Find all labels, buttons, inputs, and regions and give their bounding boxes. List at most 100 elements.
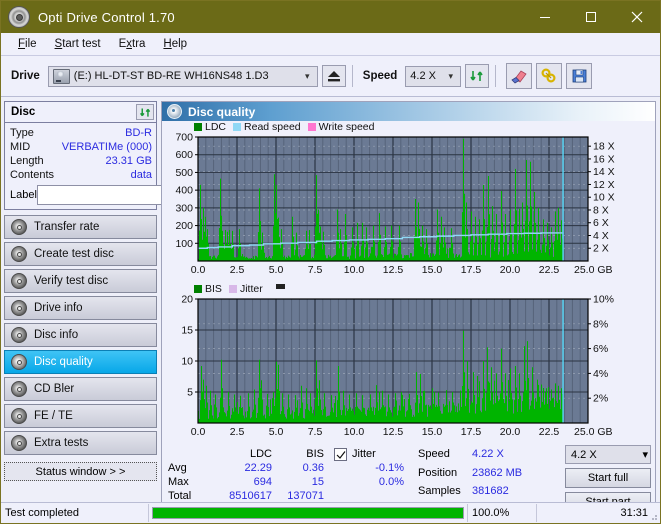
sidebar-item-drive-info[interactable]: Drive info — [4, 296, 157, 320]
bis-chart-svg[interactable]: 5 10 15 20 2% 4% 6% 8% 10% 0.0 2.5 5.0 7.5 10.0 12.5 15… — [162, 295, 650, 443]
refresh-disc-button[interactable] — [136, 104, 154, 120]
start-full-button[interactable]: Start full — [565, 468, 651, 488]
sidebar-item-disc-info[interactable]: Disc info — [4, 323, 157, 347]
position-stat-value: 23862 MB — [472, 466, 523, 479]
disc-icon — [11, 354, 27, 370]
svg-text:12.5: 12.5 — [383, 264, 404, 276]
disc-row-type-value: BD-R — [125, 127, 152, 139]
disc-icon — [11, 300, 27, 316]
close-button[interactable] — [614, 1, 660, 33]
legend-swatch-read-speed — [233, 123, 242, 131]
svg-text:17.5: 17.5 — [461, 426, 482, 438]
svg-text:5: 5 — [187, 387, 193, 399]
disc-icon — [11, 408, 27, 424]
drive-icon — [52, 68, 70, 84]
svg-text:600: 600 — [175, 149, 193, 161]
legend-item-ldc: LDC — [194, 121, 226, 133]
sidebar-item-create-test-disc[interactable]: Create test disc — [4, 242, 157, 266]
svg-text:10.0: 10.0 — [344, 426, 365, 438]
svg-text:15: 15 — [181, 325, 193, 337]
legend-item-bis: BIS — [194, 283, 222, 295]
drive-select-value: (E:) HL-DT-ST BD-RE WH16NS48 1.D3 — [73, 70, 269, 82]
svg-text:15.0: 15.0 — [422, 264, 443, 276]
legend-swatch-bis — [194, 285, 202, 293]
svg-text:500: 500 — [175, 167, 193, 179]
progress-bar-cell — [149, 504, 467, 522]
sidebar-item-disc-quality[interactable]: Disc quality — [4, 350, 157, 374]
disc-quality-icon — [167, 104, 182, 119]
erase-button[interactable] — [506, 63, 533, 89]
svg-text:6 X: 6 X — [593, 217, 609, 229]
toolbar: Drive (E:) HL-DT-ST BD-RE WH16NS48 1.D3 … — [1, 56, 660, 97]
legend-label-read-speed: Read speed — [244, 121, 301, 133]
bis-chart[interactable]: 5 10 15 20 2% 4% 6% 8% 10% 0.0 2.5 5.0 7.5 10.0 12.5 15… — [162, 295, 655, 443]
svg-text:5.0: 5.0 — [269, 264, 284, 276]
svg-text:25.0 GB: 25.0 GB — [574, 426, 613, 438]
disc-group-title: Disc — [11, 106, 36, 118]
sidebar-item-transfer-rate[interactable]: Transfer rate — [4, 215, 157, 239]
sidebar-item-fe-te[interactable]: FE / TE — [4, 404, 157, 428]
ldc-chart-svg[interactable]: 100 200 300 400 500 600 700 2 X4 X6 X8 X10 X12 … — [162, 133, 650, 281]
stats-row-label-total: Total — [168, 490, 192, 502]
legend-swatch-write-speed — [307, 123, 316, 131]
stats-table: LDC BIS Avg 22.29 0.36 Max 694 15 Total … — [168, 447, 324, 503]
speed-position-block: Speed 4.22 X Position 23862 MB Samples 3… — [418, 447, 544, 503]
svg-text:300: 300 — [175, 202, 193, 214]
svg-text:20: 20 — [181, 295, 193, 306]
svg-text:0.0: 0.0 — [191, 426, 206, 438]
legend-label-jitter: Jitter — [239, 283, 263, 295]
svg-text:20.0: 20.0 — [500, 426, 521, 438]
stats-total-ldc: 8510617 — [229, 490, 272, 502]
toolbar-divider — [351, 65, 353, 87]
disc-icon — [8, 6, 30, 28]
samples-stat-label: Samples — [418, 485, 461, 498]
main-panel-container: Disc quality LDC Read speed Write speed — [159, 97, 660, 515]
legend-swatch-jitter — [228, 285, 237, 293]
body: Disc Type BD-R MID VERBATIMe (000) Lengt… — [1, 97, 660, 515]
status-window-button[interactable]: Status window > > — [4, 462, 157, 481]
legend-item-jitter: Jitter — [228, 283, 263, 295]
jitter-checkbox[interactable] — [334, 448, 347, 461]
disc-info-rows: Type BD-R MID VERBATIMe (000) Length 23.… — [5, 123, 240, 209]
refresh-button[interactable] — [465, 64, 490, 88]
position-stat-label: Position — [418, 466, 458, 479]
chevron-down-icon: ▾ — [642, 449, 648, 461]
minimize-button[interactable] — [522, 1, 568, 33]
page-title: Disc quality — [188, 104, 256, 119]
speed-select[interactable]: 4.2 X ▾ — [405, 65, 462, 87]
jitter-value-2: 0.0% — [378, 476, 404, 488]
resize-grip-icon[interactable] — [648, 511, 658, 521]
maximize-button[interactable] — [568, 1, 614, 33]
menu-start-test[interactable]: Start test — [46, 36, 110, 52]
stats-avg-bis: 0.36 — [302, 462, 324, 474]
tools-button[interactable] — [536, 63, 563, 89]
disc-row-type: Type BD-R — [10, 126, 152, 140]
eject-button[interactable] — [321, 65, 346, 87]
drive-select[interactable]: (E:) HL-DT-ST BD-RE WH16NS48 1.D3 ▾ — [47, 65, 318, 87]
menu-help[interactable]: Help — [154, 36, 196, 52]
scroll-thumb-marker[interactable] — [275, 283, 285, 289]
speed-label: Speed — [362, 70, 398, 82]
menu-extra[interactable]: Extra — [110, 36, 155, 52]
test-speed-select[interactable]: 4.2 X ▾ — [565, 445, 651, 464]
ldc-chart[interactable]: 100 200 300 400 500 600 700 2 X4 X6 X8 X 10 X 12 … — [162, 133, 655, 281]
svg-text:10: 10 — [181, 356, 193, 368]
sidebar-item-verify-test-disc[interactable]: Verify test disc — [4, 269, 157, 293]
svg-text:4%: 4% — [593, 368, 608, 380]
disc-row-length: Length 23.31 GB — [10, 154, 152, 168]
jitter-values: Jitter -0.1% 0.0% — [352, 447, 404, 503]
menu-file[interactable]: FFileile — [9, 36, 46, 52]
svg-text:10%: 10% — [593, 295, 614, 306]
jitter-value-1: -0.1% — [375, 462, 404, 474]
save-button[interactable] — [566, 63, 593, 89]
sidebar-item-cd-bler[interactable]: CD Bler — [4, 377, 157, 401]
svg-text:2%: 2% — [593, 393, 608, 405]
progress-percent: 100.0% — [467, 504, 537, 522]
svg-text:12.5: 12.5 — [383, 426, 404, 438]
stats-header-bis: BIS — [306, 448, 324, 460]
disc-row-contents-value: data — [130, 169, 152, 181]
chevron-down-icon: ▾ — [305, 70, 310, 81]
sidebar-item-extra-tests[interactable]: Extra tests — [4, 431, 157, 455]
menu-bar: FFileile Start test Extra Help — [1, 33, 660, 56]
sidebar-nav: Transfer rate Create test disc Verify te… — [4, 215, 157, 455]
